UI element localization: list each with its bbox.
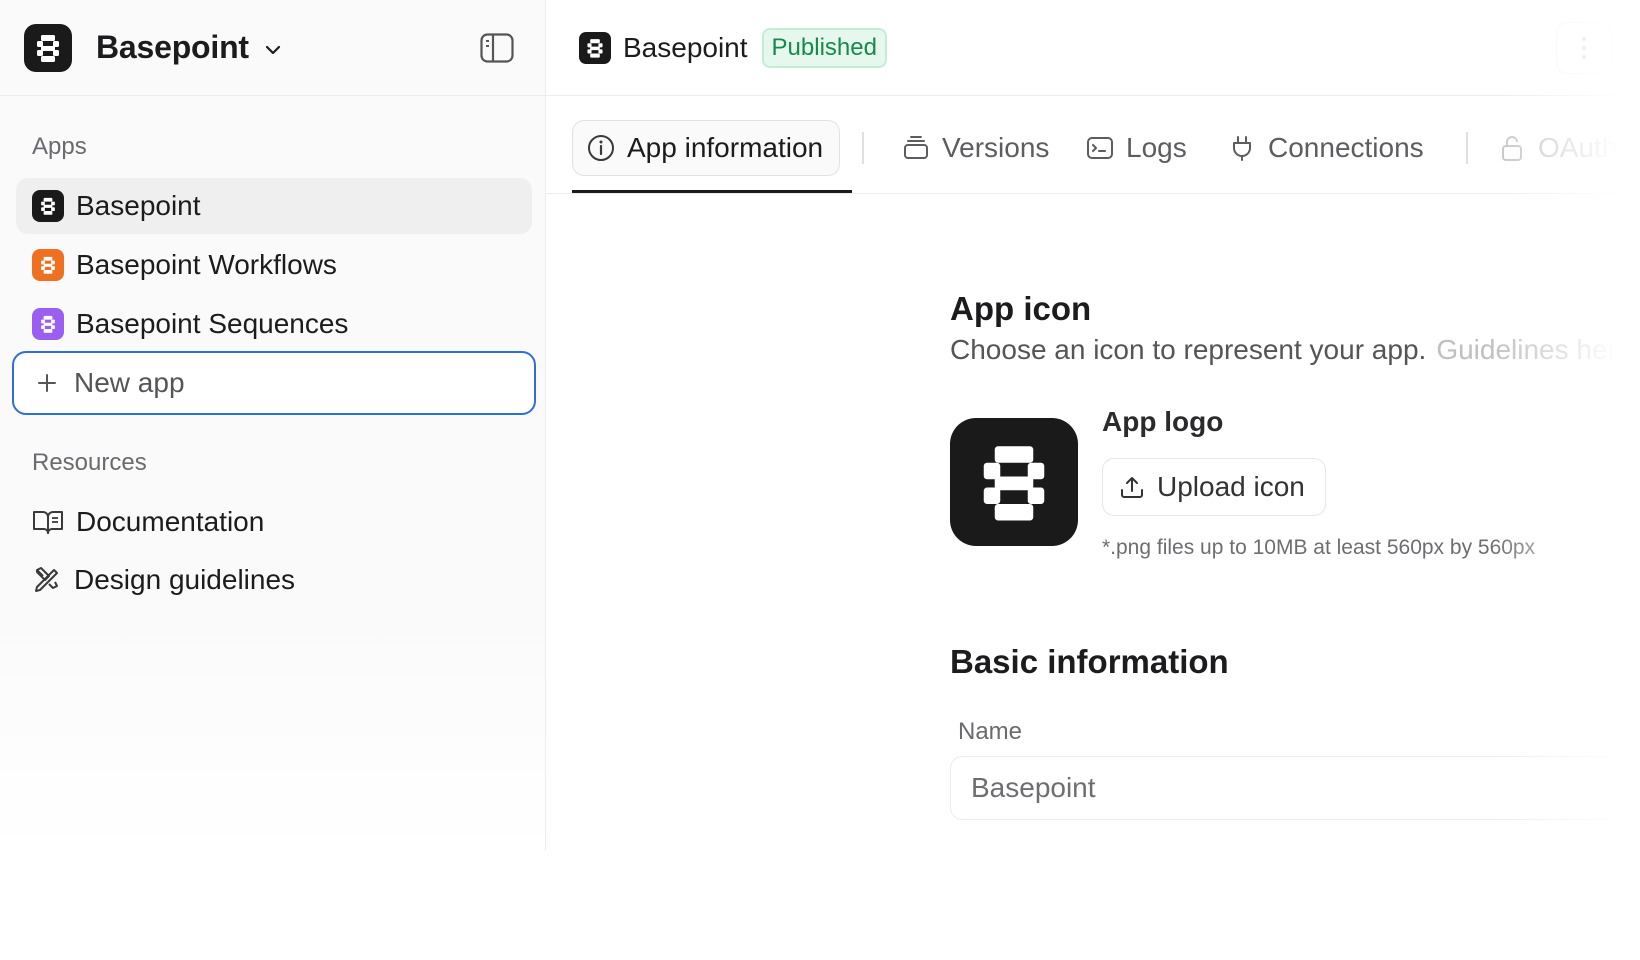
sidebar-item-label: Basepoint Workflows (76, 249, 337, 280)
plus-icon (36, 372, 58, 394)
sidebar-item-documentation[interactable]: Documentation (16, 494, 264, 550)
tab-bar: App information Versions Logs Connection… (546, 96, 1640, 194)
info-icon (587, 134, 615, 162)
resources-section-label: Resources (32, 449, 147, 476)
upload-icon-button[interactable]: Upload icon (1102, 458, 1326, 516)
basic-information-heading: Basic information (950, 643, 1229, 680)
basepoint-workflows-app-icon (32, 249, 64, 281)
new-app-label: New app (74, 367, 185, 398)
design-guidelines-label: Design guidelines (74, 564, 296, 595)
new-app-button[interactable]: New app (12, 351, 536, 415)
tab-versions[interactable]: Versions (902, 120, 1049, 176)
sidebar-item-design-guidelines[interactable]: Design guidelines (16, 552, 295, 608)
app-header: Basepoint Published (546, 0, 1640, 96)
tab-divider (862, 132, 864, 164)
tab-app-information[interactable]: App information (572, 120, 841, 176)
main-panel: Basepoint Published App information Vers… (546, 0, 1640, 960)
sidebar-item-basepoint[interactable]: Basepoint (16, 178, 532, 234)
tab-divider (1466, 132, 1468, 164)
guidelines-link[interactable]: Guidelines her (1436, 334, 1617, 365)
active-tab-indicator (572, 190, 852, 193)
sidebar-toggle-icon[interactable] (479, 30, 515, 66)
tab-logs[interactable]: Logs (1086, 120, 1187, 176)
upload-icon-label: Upload icon (1157, 471, 1305, 502)
tab-label: Logs (1126, 132, 1187, 163)
basepoint-app-icon (32, 190, 64, 222)
app-icon-description: Choose an icon to represent your app. Gui… (950, 334, 1617, 366)
chevron-down-icon[interactable] (263, 40, 283, 60)
tab-label: App information (627, 132, 824, 163)
tab-label: OAuth (1538, 132, 1618, 163)
sidebar-item-basepoint-sequences[interactable]: Basepoint Sequences (16, 296, 532, 352)
upload-hint: *.png files up to 10MB at least 560px by… (1102, 536, 1536, 559)
app-logo-title: App logo (1102, 406, 1224, 437)
app-title: Basepoint (623, 31, 748, 63)
tab-label: Connections (1268, 132, 1424, 163)
book-icon (32, 508, 64, 536)
sidebar-item-basepoint-workflows[interactable]: Basepoint Workflows (16, 237, 532, 293)
name-field[interactable] (950, 756, 1640, 820)
basepoint-sequences-app-icon (32, 308, 64, 340)
sidebar-item-label: Basepoint Sequences (76, 308, 349, 339)
tab-label: Versions (942, 132, 1050, 163)
apps-section-label: Apps (32, 133, 87, 160)
app-icon-description-text: Choose an icon to represent your app. (950, 334, 1427, 365)
app-icon-heading: App icon (950, 290, 1092, 327)
terminal-icon (1086, 134, 1114, 162)
documentation-label: Documentation (76, 506, 265, 537)
app-logo-icon (983, 446, 1045, 521)
plug-icon (1228, 134, 1256, 162)
name-field-label: Name (958, 718, 1023, 745)
tab-oauth[interactable]: OAuth (1498, 120, 1617, 176)
tab-connections[interactable]: Connections (1228, 120, 1424, 176)
stack-icon (902, 134, 930, 162)
upload-icon (1119, 474, 1145, 500)
app-logo-preview (950, 418, 1078, 546)
sidebar-item-label: Basepoint (76, 190, 201, 221)
lock-icon (1498, 134, 1526, 162)
workspace-header: Basepoint (0, 0, 545, 96)
status-badge: Published (761, 27, 887, 68)
more-options-button[interactable] (1556, 22, 1612, 74)
app-logo-icon (579, 31, 611, 64)
design-tools-icon (32, 565, 62, 595)
workspace-name[interactable]: Basepoint (96, 29, 249, 66)
workspace-logo-icon[interactable] (24, 23, 72, 72)
sidebar: Basepoint Apps Basepoint Basepoint Workf… (0, 0, 546, 850)
